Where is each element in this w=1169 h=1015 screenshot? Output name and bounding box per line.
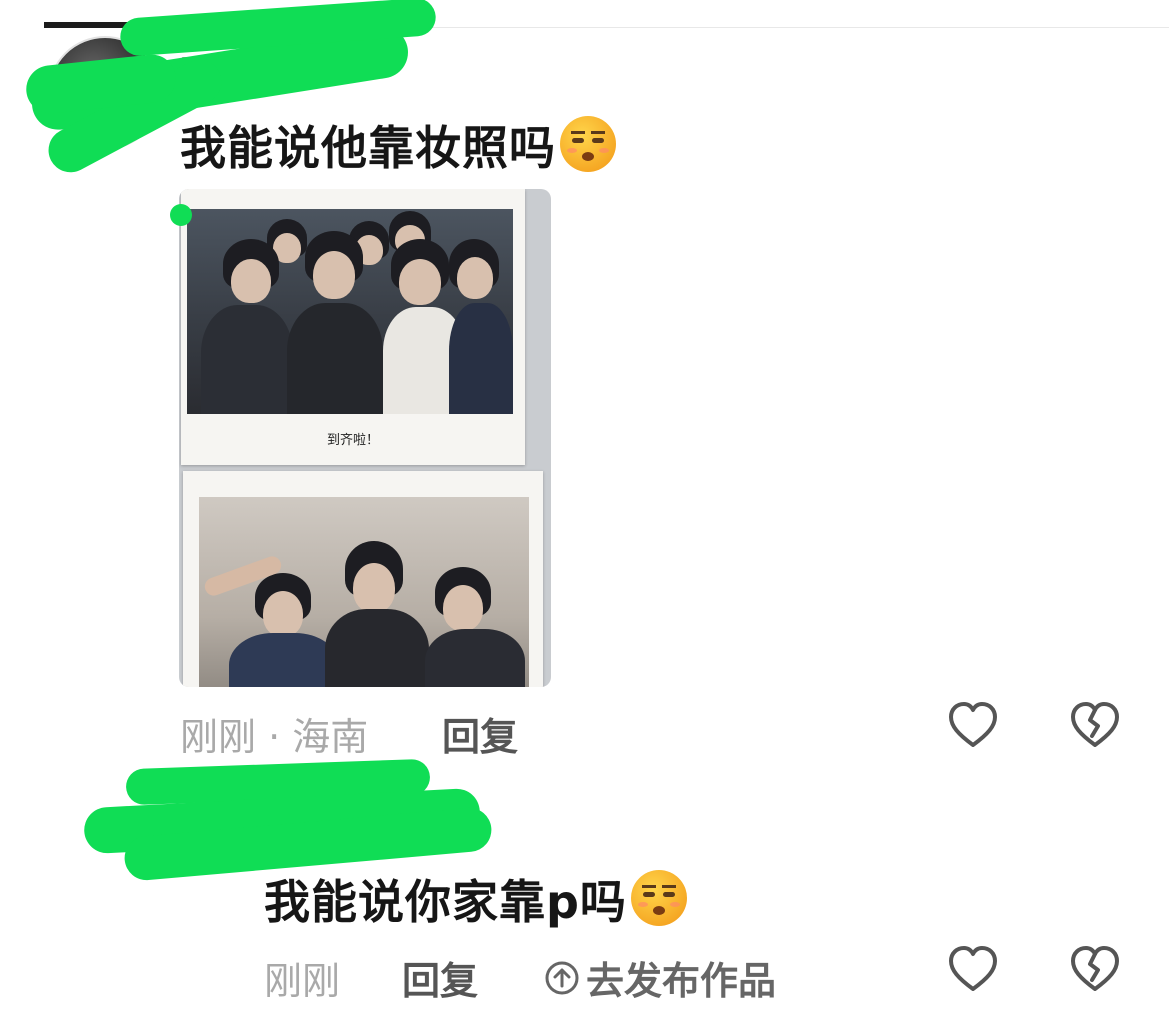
comment-body: 我能说他靠妆照吗: [180, 121, 556, 175]
heart-outline-icon[interactable]: [946, 942, 1000, 996]
broken-heart-icon[interactable]: [1068, 698, 1122, 752]
comment-body: 我能说你家靠p吗: [264, 875, 627, 929]
comment-photo[interactable]: 到齐啦！: [179, 189, 551, 687]
heart-outline-icon[interactable]: [946, 698, 1000, 752]
arrow-up-circle-icon: [545, 961, 579, 994]
reply-button[interactable]: 回复: [442, 706, 518, 761]
publish-label: 去发布作品: [586, 959, 777, 1003]
trio-photo: [199, 497, 529, 687]
comment-time: 刚刚: [180, 715, 257, 759]
comment-meta: 刚刚 · 海南: [180, 706, 368, 761]
smirk-face-emoji: [560, 116, 616, 172]
meta-separator: ·: [268, 715, 281, 759]
comment-thread: 孺鸟 我能说他靠妆照吗: [0, 0, 1169, 1015]
reply-button[interactable]: 回复: [402, 950, 478, 1005]
group-photo: [187, 209, 513, 414]
smirk-face-emoji: [630, 870, 687, 926]
comment-text: 我能说他靠妆照吗: [180, 112, 616, 178]
broken-heart-icon[interactable]: [1068, 942, 1122, 996]
polaroid-photo: [183, 471, 543, 687]
photo-caption: 到齐啦！: [326, 433, 379, 448]
polaroid-photo: 到齐啦！: [181, 189, 525, 465]
reply-comment-text: 我能说你家靠p吗: [264, 866, 687, 932]
publish-work-button[interactable]: 去发布作品: [544, 950, 776, 1005]
comment-time: 刚刚: [264, 959, 341, 1003]
comment-location: 海南: [292, 715, 369, 759]
redaction-dot: [170, 204, 192, 226]
